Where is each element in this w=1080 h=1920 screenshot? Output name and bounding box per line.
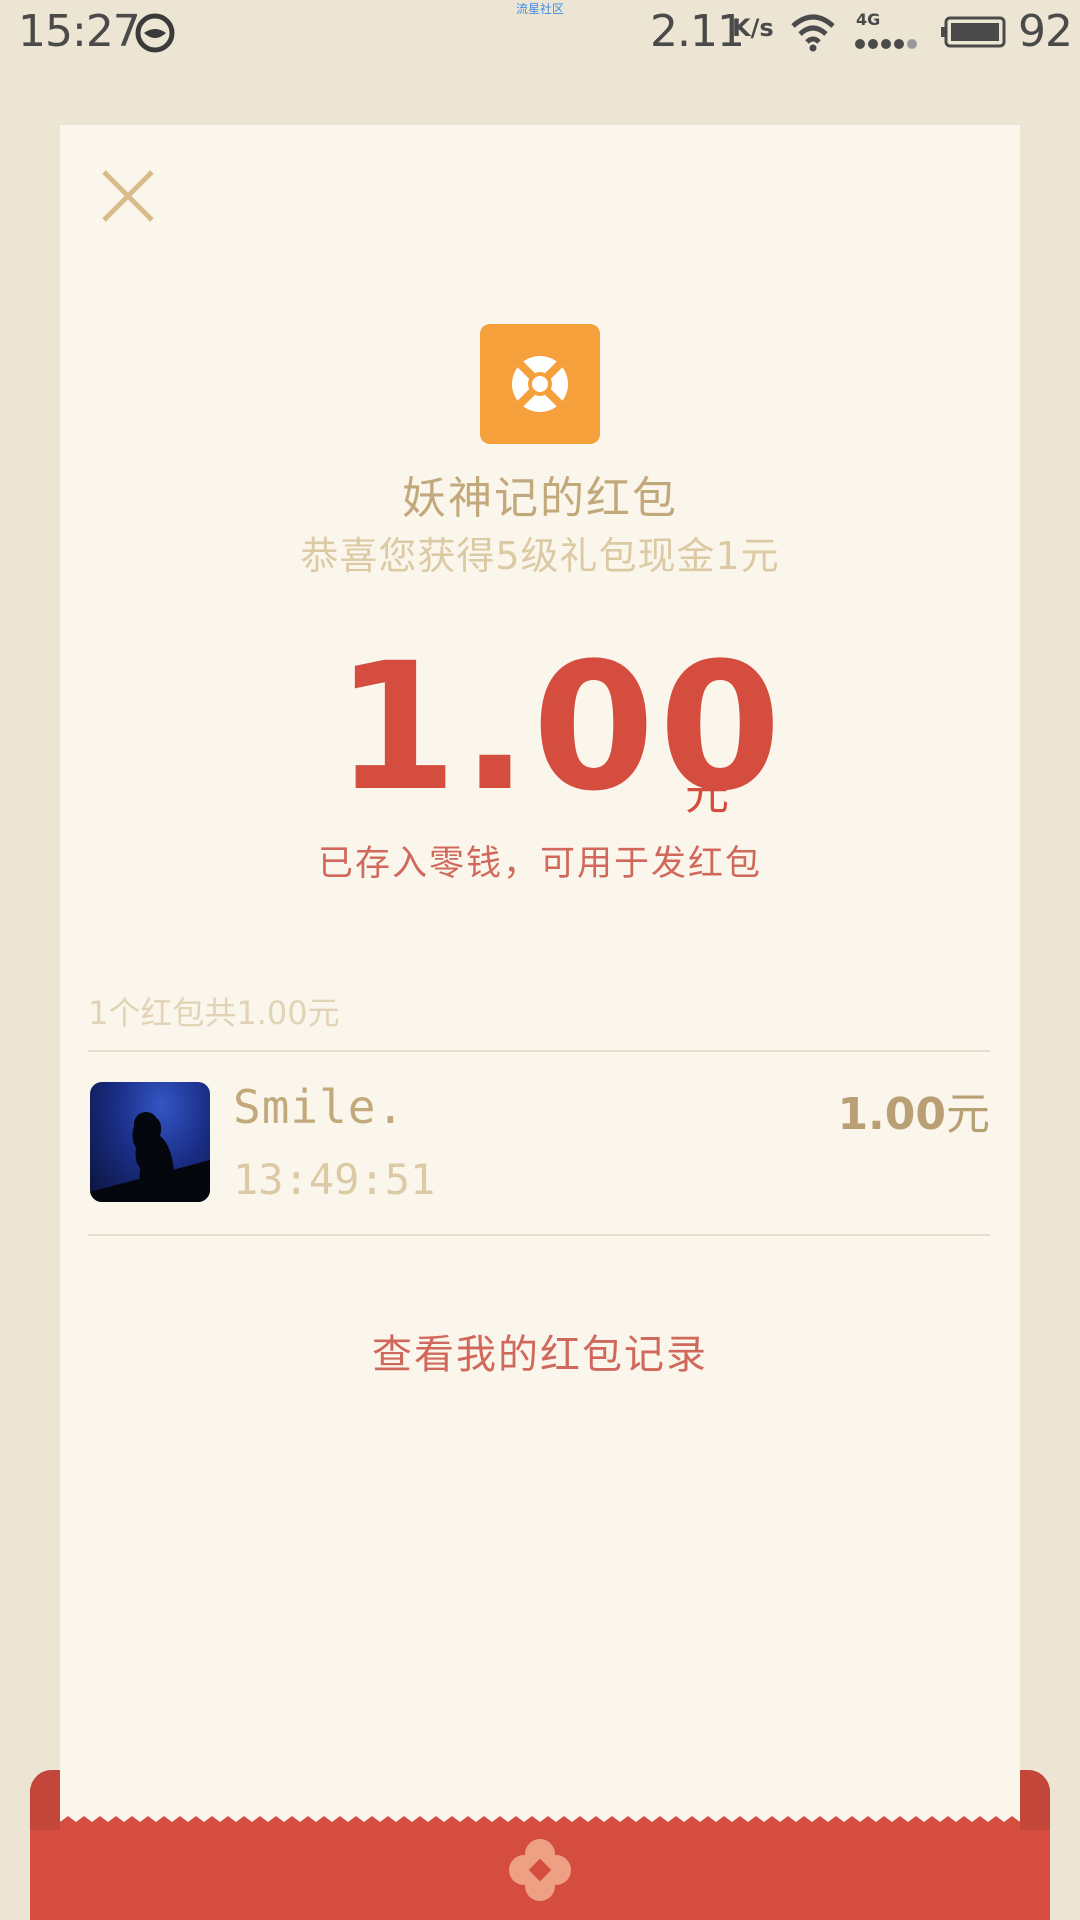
card-zigzag-edge <box>60 1816 1020 1832</box>
recipient-name: Smile. <box>233 1080 406 1134</box>
net-speed-unit: K/s <box>732 14 774 42</box>
net-speed: 2.11 <box>650 6 745 57</box>
signal-icon <box>855 39 917 49</box>
status-bar: 15:27 流星社区 2.11 K/s 4G 92 <box>0 0 1080 70</box>
view-history-link[interactable]: 查看我的红包记录 <box>240 1322 840 1380</box>
compass-logo-icon <box>512 356 568 412</box>
envelope-flap-right <box>1020 1770 1050 1830</box>
avatar[interactable] <box>90 1082 210 1202</box>
amount-note: 已存入零钱，可用于发红包 <box>317 844 762 884</box>
wifi-icon <box>791 14 835 52</box>
divider <box>88 1050 990 1052</box>
status-time: 15:27 <box>18 6 141 57</box>
divider <box>88 1234 990 1236</box>
recipient-time: 13:49:51 <box>233 1155 436 1204</box>
battery-icon <box>941 16 1006 48</box>
greeting-message: 恭喜您获得5级礼包现金1元 <box>300 534 780 578</box>
sender-title: 妖神记的红包 <box>402 473 678 524</box>
close-icon[interactable] <box>100 168 156 224</box>
envelope-emblem-icon <box>509 1839 571 1901</box>
watermark: 流星社区 <box>515 2 564 16</box>
recipient-amount-unit: 元 <box>946 1089 990 1140</box>
amount-unit: 元 <box>685 769 729 820</box>
sender-app-icon <box>480 324 600 444</box>
recipient-amount: 1.00元 <box>837 1078 990 1142</box>
packet-summary: 1个红包共1.00元 <box>88 994 340 1032</box>
envelope-flap-left <box>30 1770 60 1830</box>
recipient-amount-value: 1.00 <box>837 1089 946 1140</box>
battery-percent: 92 <box>1018 6 1073 57</box>
app-notification-icon <box>135 13 175 53</box>
avatar-silhouette <box>90 1112 210 1202</box>
